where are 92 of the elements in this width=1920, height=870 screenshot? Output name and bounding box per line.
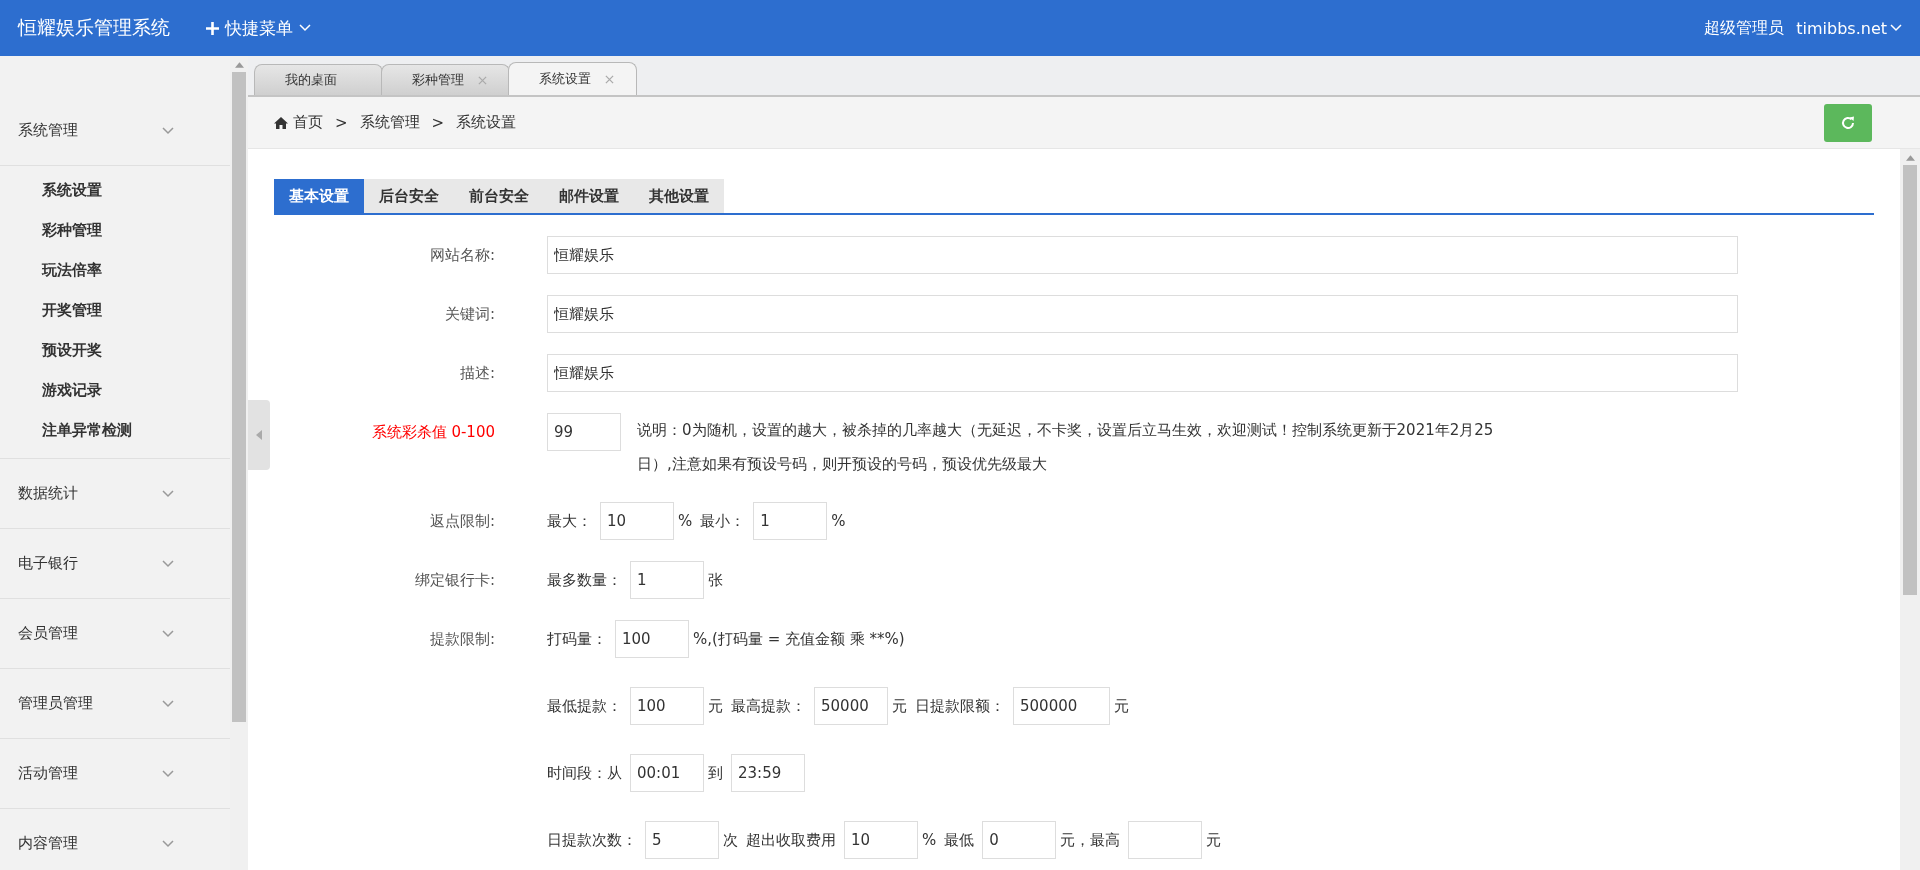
field-label: 描述:: [459, 364, 495, 382]
user-role: 超级管理员: [1704, 17, 1785, 39]
refresh-button[interactable]: [1824, 103, 1872, 142]
form-text: 张: [708, 570, 723, 589]
text-input[interactable]: 恒耀娱乐: [547, 236, 1738, 274]
form-text: 最小：: [700, 511, 746, 530]
settings-tab[interactable]: 其他设置: [634, 179, 724, 213]
text-input[interactable]: 500000: [1013, 687, 1110, 725]
breadcrumb-link[interactable]: 系统管理: [359, 113, 420, 132]
text-input[interactable]: 1: [753, 502, 828, 540]
breadcrumb-link[interactable]: 系统设置: [456, 113, 517, 132]
sidebar-subitem[interactable]: 游戏记录: [0, 370, 230, 410]
form-text: 打码量：: [547, 629, 607, 648]
form-text: 元: [1206, 830, 1222, 849]
field-label: 系统彩杀值 0-100: [371, 423, 495, 441]
text-input[interactable]: 50000: [814, 687, 888, 725]
settings-tab[interactable]: 基本设置: [274, 179, 364, 213]
chevron-down-icon: [162, 839, 174, 848]
chevron-down-icon: [299, 24, 311, 32]
breadcrumb-link[interactable]: 首页: [293, 113, 323, 132]
form-text: 时间段：从: [547, 763, 622, 782]
text-input[interactable]: 1: [630, 561, 704, 599]
close-icon[interactable]: [478, 75, 487, 85]
text-input[interactable]: 恒耀娱乐: [547, 295, 1738, 333]
sidebar-subitem[interactable]: 预设开奖: [0, 330, 230, 370]
form-text: 最高提款：: [731, 696, 806, 715]
collapse-handle[interactable]: [248, 400, 270, 470]
page-tab[interactable]: 我的桌面: [254, 64, 383, 95]
form-text: 超出收取费用: [746, 830, 836, 849]
form-text: %,(打码量 = 充值金额 乘 **%): [693, 629, 905, 648]
settings-tab[interactable]: 前台安全: [454, 179, 544, 213]
sidebar-subitem[interactable]: 系统设置: [0, 170, 230, 210]
scrollbar[interactable]: [1900, 149, 1920, 870]
form-text: %: [831, 511, 846, 530]
refresh-icon: [1840, 114, 1856, 131]
field-label: 提款限制:: [429, 630, 495, 648]
form-text: 到: [708, 763, 723, 782]
quick-menu-link[interactable]: 快捷菜单: [206, 16, 311, 40]
field-label: 返点限制:: [429, 512, 495, 530]
text-input[interactable]: 10: [844, 821, 918, 859]
text-input[interactable]: 100: [615, 620, 689, 658]
form-text: 元，最高: [1060, 830, 1121, 849]
sidebar-subitem[interactable]: 彩种管理: [0, 210, 230, 250]
arrow-up-icon[interactable]: [234, 62, 244, 68]
scrollbar[interactable]: [230, 56, 248, 870]
app-title: 恒耀娱乐管理系统: [18, 15, 170, 40]
form-text: 最大：: [547, 511, 592, 530]
chevron-down-icon: [162, 629, 174, 638]
field-label: 关键词:: [444, 305, 495, 323]
form-text: 次: [723, 830, 738, 849]
page-tab[interactable]: 彩种管理: [381, 64, 510, 95]
close-icon[interactable]: [605, 74, 614, 84]
breadcrumb-separator: >: [431, 113, 445, 132]
text-input[interactable]: [1128, 821, 1203, 859]
settings-tab[interactable]: 邮件设置: [544, 179, 634, 213]
text-input[interactable]: 10: [600, 502, 674, 540]
text-input[interactable]: 00:01: [630, 754, 704, 792]
form-text: 最低提款：: [547, 696, 622, 715]
sidebar-subitem[interactable]: 玩法倍率: [0, 250, 230, 290]
form-text: 说明：0为随机，设置的越大，被杀掉的几率越大（无延迟，不卡奖，设置后立马生效，欢迎测试！控制系统更新于2021年2月25日）,注意如果有预设号码，则开预设的号码，预设优先级最大: [637, 420, 1495, 475]
form-text: 元: [708, 696, 723, 715]
form-text: 元: [1114, 696, 1129, 715]
field-label: 绑定银行卡:: [414, 571, 495, 589]
chevron-down-icon: [162, 489, 174, 498]
home-icon: [274, 116, 288, 129]
chevron-down-icon: [1890, 24, 1902, 32]
form-text: %: [678, 511, 693, 530]
form-text: 最低: [944, 830, 975, 849]
text-input[interactable]: 99: [547, 413, 621, 451]
chevron-down-icon: [162, 126, 174, 135]
text-input[interactable]: 5: [645, 821, 719, 859]
page-tab[interactable]: 系统设置: [508, 62, 637, 95]
settings-tab[interactable]: 后台安全: [364, 179, 454, 213]
form-text: 元: [892, 696, 907, 715]
form-text: 最多数量：: [547, 570, 622, 589]
text-input[interactable]: 0: [982, 821, 1057, 859]
chevron-down-icon: [162, 559, 174, 568]
form-text: 日提款次数：: [547, 830, 637, 849]
user-menu-link[interactable]: timibbs.net: [1796, 18, 1902, 38]
chevron-down-icon: [162, 699, 174, 708]
text-input[interactable]: 100: [630, 687, 704, 725]
sidebar-subitem[interactable]: 开奖管理: [0, 290, 230, 330]
text-input[interactable]: 23:59: [731, 754, 805, 792]
form-text: %: [922, 830, 937, 849]
breadcrumb-separator: >: [335, 113, 348, 132]
arrow-up-icon[interactable]: [1905, 155, 1915, 161]
plus-icon: [206, 21, 219, 35]
sidebar-subitem[interactable]: 注单异常检测: [0, 410, 230, 450]
text-input[interactable]: 恒耀娱乐: [547, 354, 1738, 392]
field-label: 网站名称:: [429, 246, 495, 264]
chevron-down-icon: [162, 769, 174, 778]
form-text: 日提款限额：: [915, 696, 1005, 715]
